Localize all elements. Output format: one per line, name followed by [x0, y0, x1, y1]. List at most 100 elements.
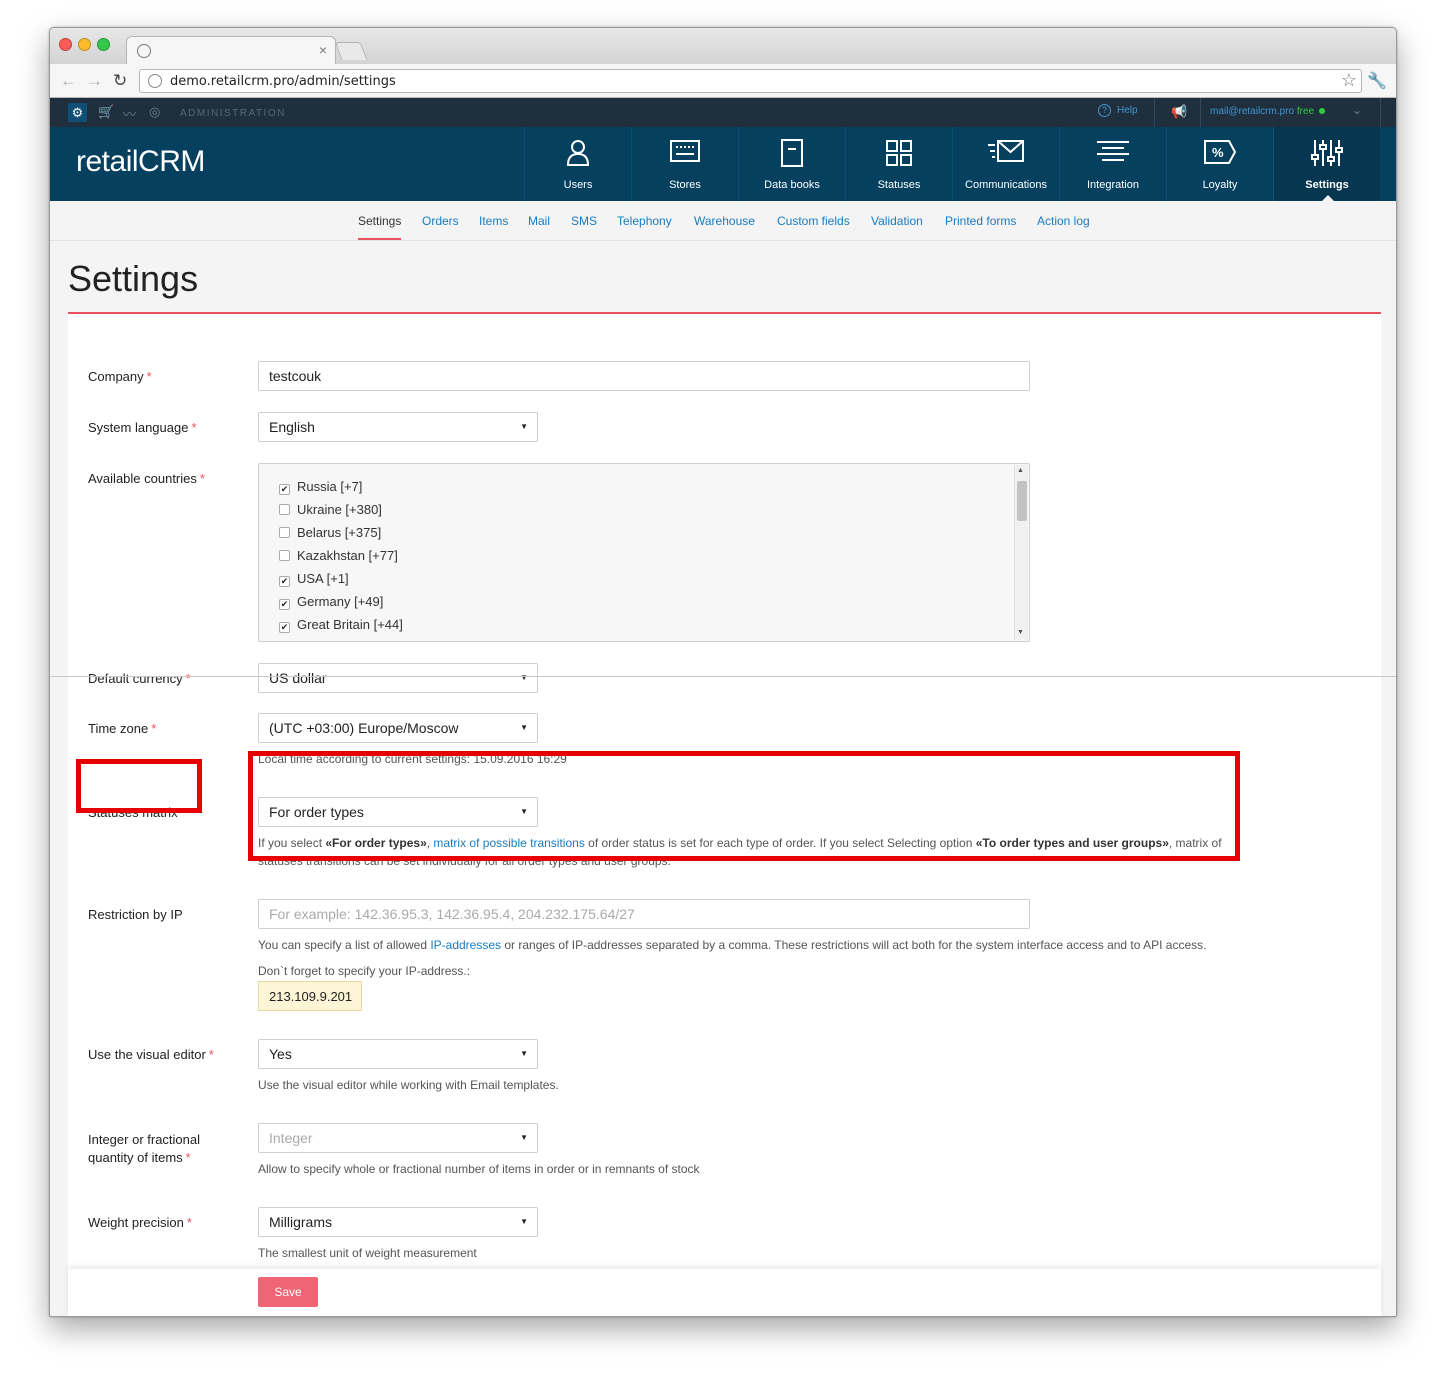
checkbox[interactable] [279, 550, 290, 561]
default-currency-label: Default currency * [88, 671, 191, 686]
hint-text: or ranges of IP-addresses separated by a… [501, 938, 1207, 952]
nav-item-settings[interactable]: Settings [1273, 127, 1380, 201]
user-menu[interactable]: mail@retailcrm.pro free [1210, 106, 1326, 117]
integration-icon [1060, 139, 1166, 169]
country-option-usa[interactable]: ✔ USA [+1] [279, 571, 349, 587]
subnav-warehouse[interactable]: Warehouse [694, 214, 755, 228]
retailcrm-logo[interactable]: retailCRM [76, 145, 205, 179]
company-input[interactable]: testcouk [258, 361, 1030, 391]
scroll-up-icon[interactable]: ▲ [1017, 467, 1024, 474]
nav-item-statuses[interactable]: Statuses [845, 127, 952, 201]
restriction-ip-input[interactable]: For example: 142.36.95.3, 142.36.95.4, 2… [258, 899, 1030, 929]
subnav-settings[interactable]: Settings [358, 214, 402, 240]
weight-precision-select[interactable]: Milligrams [258, 1207, 538, 1237]
current-ip-badge[interactable]: 213.109.9.201 [258, 981, 362, 1011]
ip-addresses-link[interactable]: IP-addresses [430, 938, 501, 952]
address-bar[interactable]: demo.retailcrm.pro/admin/settings ☆ [139, 69, 1362, 93]
forward-icon[interactable]: → [86, 71, 103, 91]
reload-icon[interactable]: ↻ [113, 71, 127, 91]
checkbox[interactable]: ✔ [279, 576, 290, 587]
quantity-type-label-line2: quantity of items [88, 1150, 183, 1165]
country-option-ukraine[interactable]: Ukraine [+380] [279, 502, 382, 517]
restriction-ip-label: Restriction by IP [88, 907, 183, 922]
nav-label-settings: Settings [1305, 179, 1349, 191]
page-title: Settings [68, 258, 199, 299]
subnav-telephony[interactable]: Telephony [617, 214, 672, 228]
save-button[interactable]: Save [258, 1277, 318, 1307]
scroll-thumb[interactable] [1017, 481, 1027, 521]
help-link[interactable]: Help [1117, 105, 1138, 116]
subnav-orders[interactable]: Orders [422, 214, 459, 228]
country-option-germany[interactable]: ✔ Germany [+49] [279, 594, 383, 610]
back-icon[interactable]: ← [60, 71, 77, 91]
subnav-mail[interactable]: Mail [528, 214, 550, 228]
close-window-button[interactable] [59, 38, 72, 51]
nav-item-integration[interactable]: Integration [1059, 127, 1166, 201]
megaphone-icon[interactable]: 📢 [1171, 104, 1187, 120]
time-zone-select[interactable]: (UTC +03:00) Europe/Moscow [258, 713, 538, 743]
cart-icon[interactable]: 🛒 [98, 104, 114, 120]
checkbox[interactable]: ✔ [279, 622, 290, 633]
subnav-custom-fields[interactable]: Custom fields [777, 214, 850, 228]
nav-item-communications[interactable]: Communications [952, 127, 1059, 201]
scroll-down-icon[interactable]: ▼ [1017, 629, 1024, 636]
browser-tab[interactable]: × [126, 36, 336, 64]
minimize-window-button[interactable] [78, 38, 91, 51]
country-option-belarus[interactable]: Belarus [+375] [279, 525, 381, 540]
nav-item-loyalty[interactable]: % Loyalty [1166, 127, 1273, 201]
settings-subnav: Settings Orders Items Mail SMS Telephony… [50, 201, 1396, 241]
required-mark: * [208, 1047, 214, 1062]
new-tab-button[interactable] [334, 42, 368, 60]
analytics-icon[interactable]: 〰 [123, 104, 136, 123]
subnav-sms[interactable]: SMS [571, 214, 597, 228]
subnav-validation[interactable]: Validation [871, 214, 923, 228]
quantity-type-select[interactable]: Integer [258, 1123, 538, 1153]
target-icon[interactable]: ◎ [149, 104, 160, 120]
subnav-items[interactable]: Items [479, 214, 508, 228]
browser-window: × ← → ↻ demo.retailcrm.pro/admin/setting… [49, 27, 1397, 1317]
bookmark-star-icon[interactable]: ☆ [1341, 70, 1357, 91]
globe-icon [137, 44, 151, 58]
checkbox[interactable]: ✔ [279, 599, 290, 610]
gear-icon[interactable]: ⚙ [68, 103, 87, 122]
required-mark: * [185, 1150, 191, 1165]
quantity-type-hint: Allow to specify whole or fractional num… [258, 1162, 700, 1176]
close-tab-icon[interactable]: × [319, 42, 327, 58]
country-option-kazakhstan[interactable]: Kazakhstan [+77] [279, 548, 398, 563]
subnav-action-log[interactable]: Action log [1037, 214, 1090, 228]
statuses-matrix-field-highlight [248, 751, 1240, 861]
main-nav: retailCRM Users Stores Data books Status… [50, 127, 1396, 201]
percent-icon: % [1167, 139, 1273, 171]
required-mark: * [146, 369, 152, 384]
default-currency-select[interactable]: US dollar [258, 663, 538, 693]
checkbox[interactable] [279, 504, 290, 515]
nav-item-users[interactable]: Users [524, 127, 631, 201]
weight-precision-label: Weight precision * [88, 1215, 192, 1230]
url-text: demo.retailcrm.pro/admin/settings [170, 74, 396, 89]
form-footer: Save [68, 1269, 1381, 1316]
zoom-window-button[interactable] [97, 38, 110, 51]
checkbox[interactable] [279, 527, 290, 538]
restriction-ip-hint: You can specify a list of allowed IP-add… [258, 936, 1258, 954]
countries-scrollbar[interactable]: ▲ ▼ [1014, 465, 1028, 640]
page-icon [148, 74, 162, 88]
chevron-down-icon[interactable]: ⌄ [1352, 103, 1362, 117]
visual-editor-select[interactable]: Yes [258, 1039, 538, 1069]
statuses-icon [846, 139, 952, 173]
available-countries-list[interactable]: ✔ Russia [+7] Ukraine [+380] Belarus [+37… [258, 463, 1030, 642]
country-option-great-britain[interactable]: ✔ Great Britain [+44] [279, 617, 403, 633]
nav-item-data-books[interactable]: Data books [738, 127, 845, 201]
checkbox[interactable]: ✔ [279, 484, 290, 495]
hint-text: You can specify a list of allowed [258, 938, 431, 952]
system-language-label: System language * [88, 420, 197, 435]
company-label-text: Company [88, 369, 144, 384]
help-icon[interactable]: ? [1098, 104, 1111, 117]
nav-item-stores[interactable]: Stores [631, 127, 738, 201]
country-option-russia[interactable]: ✔ Russia [+7] [279, 479, 362, 495]
mail-icon [953, 139, 1059, 169]
subnav-printed-forms[interactable]: Printed forms [945, 214, 1016, 228]
book-icon [739, 139, 845, 173]
system-language-label-text: System language [88, 420, 189, 435]
system-language-select[interactable]: English [258, 412, 538, 442]
wrench-icon[interactable]: 🔧 [1367, 71, 1387, 91]
